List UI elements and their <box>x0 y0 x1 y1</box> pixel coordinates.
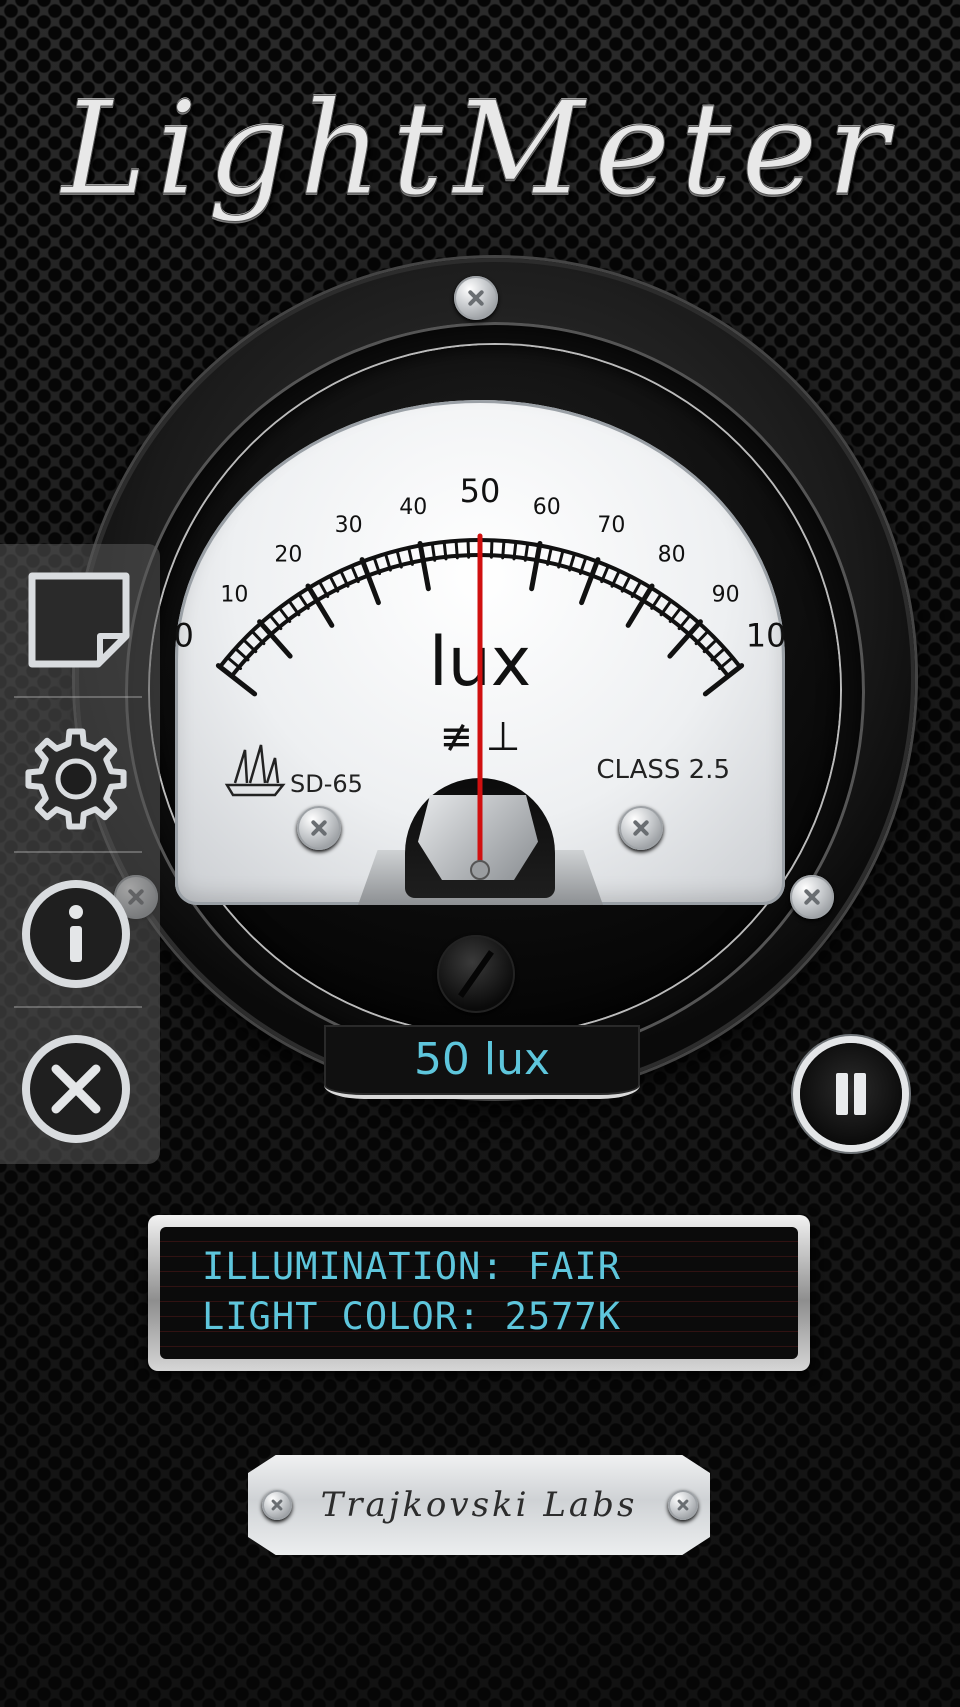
notes-button[interactable] <box>0 544 160 699</box>
plate-screw-icon <box>262 1490 292 1520</box>
pause-button[interactable] <box>800 1043 902 1145</box>
info-icon <box>22 880 130 988</box>
light-color-text: LIGHT COLOR: 2577K <box>202 1295 621 1338</box>
lux-readout: 50 lux <box>324 1025 640 1099</box>
note-icon <box>28 572 130 668</box>
settings-button[interactable] <box>0 699 160 854</box>
brand-label: Trajkovski Labs <box>320 1485 638 1525</box>
gear-icon <box>25 728 127 830</box>
bezel-screw-icon <box>454 276 498 320</box>
meter-needle <box>470 533 490 880</box>
info-button[interactable] <box>0 854 160 1009</box>
exit-button[interactable] <box>0 1009 160 1164</box>
pause-icon <box>800 1043 902 1145</box>
info-panel: ILLUMINATION: FAIR LIGHT COLOR: 2577K <box>160 1227 798 1359</box>
close-icon <box>22 1035 130 1143</box>
plate-screw-icon <box>668 1490 698 1520</box>
zero-adjust-knob[interactable] <box>437 935 515 1013</box>
app-title: LightMeter <box>61 75 899 225</box>
bezel-screw-icon <box>790 875 834 919</box>
illumination-text: ILLUMINATION: FAIR <box>202 1245 621 1288</box>
side-menu <box>0 544 160 1164</box>
